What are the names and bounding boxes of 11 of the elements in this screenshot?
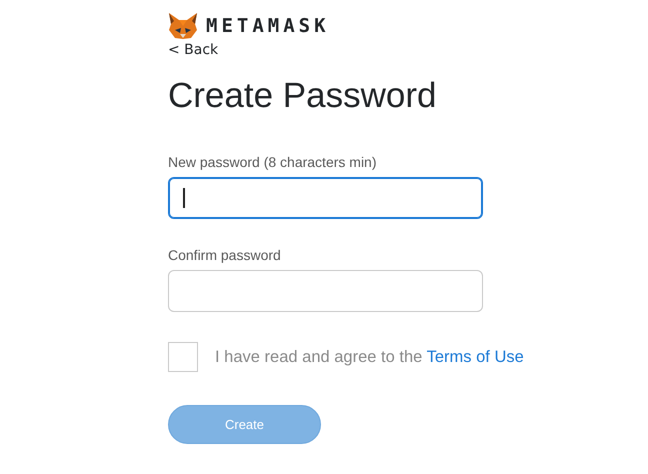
fox-logo-icon: [168, 12, 198, 40]
password-field[interactable]: [168, 177, 483, 219]
field-label: New password (8 characters min): [168, 154, 377, 170]
back-link[interactable]: < Back: [168, 42, 218, 58]
page-title: Create Password: [168, 76, 436, 116]
brand-name: METAMASK: [206, 15, 330, 37]
password-field[interactable]: [168, 270, 483, 312]
terms-link[interactable]: Terms of Use: [426, 348, 524, 366]
agreement-text: I have read and agree to the Terms of Use: [215, 348, 524, 366]
field-label: Confirm password: [168, 247, 281, 263]
checkbox[interactable]: [168, 342, 198, 372]
